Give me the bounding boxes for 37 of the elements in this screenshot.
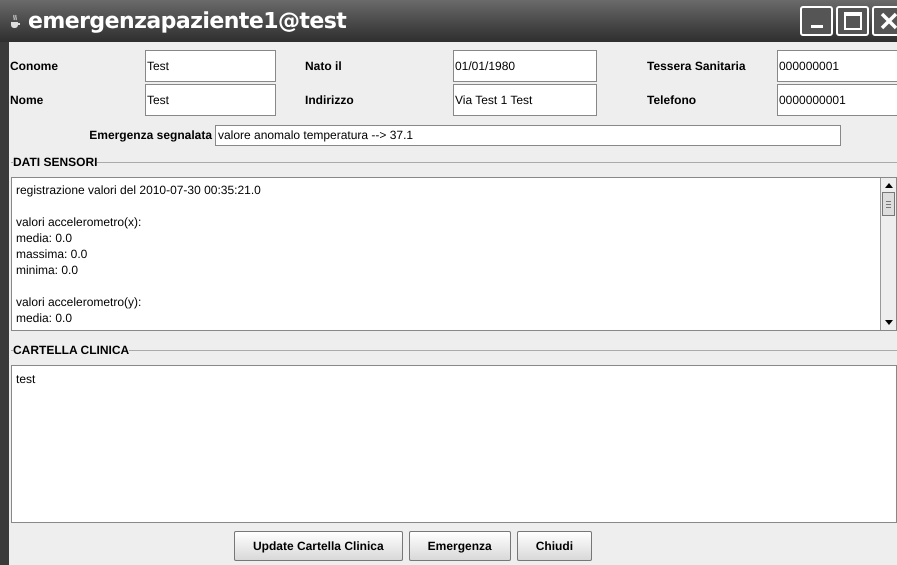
scroll-thumb[interactable] <box>882 192 895 216</box>
action-button[interactable]: Emergenza <box>408 531 511 561</box>
text-field[interactable]: 0000000001 <box>777 84 897 116</box>
field-label: Nome <box>9 92 44 109</box>
text-field[interactable]: 000000001 <box>777 50 897 82</box>
minimize-icon <box>810 25 822 28</box>
text-field[interactable]: Test <box>145 84 276 116</box>
field-label: Tessera Sanitaria <box>647 58 747 75</box>
text-field[interactable]: Via Test 1 Test <box>453 84 597 116</box>
text-line: media: 0.0 <box>16 310 74 326</box>
window-title: emergenzapaziente1@test <box>28 8 346 36</box>
text-field[interactable]: valore anomalo temperatura --> 37.1 <box>215 124 841 146</box>
field-label: Conome <box>9 58 59 75</box>
text-line: registrazione valori del 2010-07-30 00:35:21.0 <box>16 182 262 198</box>
maximize-icon <box>844 12 862 30</box>
field-label: Emergenza segnalata <box>88 127 214 144</box>
text-line: minima: 0.0 <box>16 262 80 278</box>
action-button[interactable]: Update Cartella Clinica <box>234 531 403 561</box>
text-line: test <box>16 372 36 386</box>
field-label: Nato il <box>305 58 343 75</box>
field-label: Indirizzo <box>305 92 355 109</box>
action-button[interactable]: Chiudi <box>516 531 592 561</box>
close-button[interactable] <box>872 6 897 36</box>
minimize-button[interactable] <box>800 6 833 36</box>
sensor-text-area[interactable]: registrazione valori del 2010-07-30 00:35:21.0 valori accelerometro(x): media: 0.0 massima: 0.0 minima: 0.0 valori accelerometro(y): media: 0.0 <box>11 177 897 331</box>
text-line: massima: 0.0 <box>16 246 88 262</box>
text-field[interactable]: Test <box>145 50 276 82</box>
maximize-button[interactable] <box>836 6 869 36</box>
close-icon <box>878 11 897 31</box>
text-field[interactable]: 01/01/1980 <box>453 50 597 82</box>
clinical-record-text-area[interactable]: test <box>11 365 897 523</box>
coffee-cup-icon <box>8 13 22 29</box>
text-line: media: 0.0 <box>16 230 74 246</box>
text-line: valori accelerometro(x): <box>16 214 142 230</box>
scrollbar[interactable] <box>880 178 896 330</box>
field-label: Telefono <box>647 92 698 109</box>
text-line: valori accelerometro(y): <box>16 294 142 310</box>
